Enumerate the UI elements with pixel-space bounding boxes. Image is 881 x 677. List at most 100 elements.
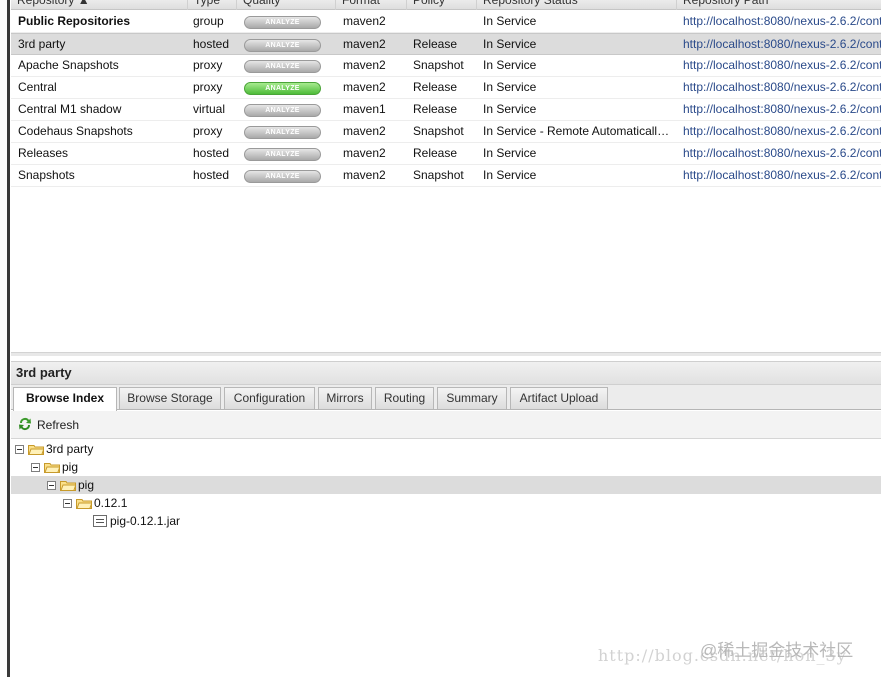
repo-path[interactable]: http://localhost:8080/nexus-2.6.2/conten… [676, 34, 881, 56]
repo-format: maven2 [343, 37, 386, 51]
repo-type: group [193, 14, 224, 28]
table-row[interactable]: Central proxy ANALYZE maven2 Release In … [11, 77, 881, 99]
repo-policy [406, 11, 477, 33]
collapse-icon[interactable] [15, 445, 24, 454]
refresh-label: Refresh [37, 418, 80, 432]
repo-name: Codehaus Snapshots [18, 124, 133, 138]
tab-routing[interactable]: Routing [375, 387, 434, 409]
tab-browse-storage[interactable]: Browse Storage [119, 387, 221, 409]
tree-node-pig[interactable]: pig [11, 458, 881, 476]
toolbar: Refresh [11, 411, 881, 439]
analyze-button[interactable]: ANALYZE [244, 126, 321, 139]
folder-open-icon [76, 499, 92, 509]
table-row[interactable]: Public Repositories group ANALYZE maven2… [11, 11, 881, 33]
tab-bar: Browse Index Browse Storage Configuratio… [11, 385, 881, 411]
splitter[interactable] [11, 352, 881, 356]
repo-policy: Snapshot [413, 168, 464, 182]
repo-policy: Release [413, 102, 458, 116]
repo-type: hosted [193, 37, 230, 51]
grid-header: Repository ▲ Type Quality Format Policy … [11, 0, 881, 10]
watermark-brand: @稀土掘金技术社区 [700, 641, 854, 660]
left-border [0, 0, 10, 677]
table-row[interactable]: Snapshots hosted ANALYZE maven2 Snapshot… [11, 165, 881, 187]
folder-open-icon [44, 463, 60, 473]
repo-name: Apache Snapshots [18, 58, 119, 72]
panel-title: 3rd party [11, 361, 881, 385]
repo-type: virtual [193, 102, 226, 116]
column-header-status[interactable]: Repository Status [477, 0, 677, 10]
analyze-button[interactable]: ANALYZE [244, 170, 321, 183]
tree-node-pig-sub[interactable]: pig [11, 476, 881, 494]
tree-node-root[interactable]: 3rd party [11, 440, 881, 458]
repo-path[interactable]: http://localhost:8080/nexus-2.6.2/conten… [676, 55, 881, 77]
repo-format: maven2 [343, 58, 386, 72]
repo-status: In Service [483, 146, 537, 160]
repo-path[interactable]: http://localhost:8080/nexus-2.6.2/conten… [676, 77, 881, 99]
repo-policy: Release [413, 37, 458, 51]
index-tree: 3rd party pig pig 0.12.1 pig-0.12.1.jar [11, 440, 881, 530]
repo-type: hosted [193, 168, 230, 182]
column-header-quality[interactable]: Quality [237, 0, 336, 10]
repo-path[interactable]: http://localhost:8080/nexus-2.6.2/conten… [676, 143, 881, 165]
repo-policy: Snapshot [413, 58, 464, 72]
analyze-button[interactable]: ANALYZE [244, 104, 321, 117]
tree-node-version[interactable]: 0.12.1 [11, 494, 881, 512]
analyze-button[interactable]: ANALYZE [244, 60, 321, 73]
repo-status: In Service [483, 58, 537, 72]
tree-node-label: pig-0.12.1.jar [110, 514, 181, 528]
repo-name: 3rd party [18, 37, 66, 51]
repo-format: maven2 [343, 124, 386, 138]
tab-configuration[interactable]: Configuration [224, 387, 315, 409]
repo-status: In Service [483, 80, 537, 94]
quality-cell: ANALYZE [237, 165, 336, 187]
analyze-button[interactable]: ANALYZE [244, 148, 321, 161]
repo-format: maven2 [343, 168, 386, 182]
repo-path[interactable]: http://localhost:8080/nexus-2.6.2/conten… [676, 121, 881, 143]
column-header-format[interactable]: Format [336, 0, 407, 10]
refresh-button[interactable]: Refresh [17, 417, 79, 433]
analyze-button[interactable]: ANALYZE [244, 16, 321, 29]
table-row[interactable]: 3rd party hosted ANALYZE maven2 Release … [11, 33, 881, 55]
collapse-icon[interactable] [47, 481, 56, 490]
repo-path[interactable]: http://localhost:8080/nexus-2.6.2/conten… [676, 11, 881, 33]
analyze-button[interactable]: ANALYZE [244, 39, 321, 52]
tab-browse-index[interactable]: Browse Index [13, 387, 117, 411]
repo-name: Snapshots [18, 168, 75, 182]
tab-artifact-upload[interactable]: Artifact Upload [510, 387, 608, 409]
folder-open-icon [28, 445, 44, 455]
repo-path[interactable]: http://localhost:8080/nexus-2.6.2/conten… [676, 99, 881, 121]
repo-name: Central [18, 80, 57, 94]
column-header-type[interactable]: Type [188, 0, 237, 10]
file-icon [93, 515, 107, 527]
repo-policy: Release [413, 146, 458, 160]
repo-name: Releases [18, 146, 69, 160]
repo-status: In Service - Remote Automatically Blocke… [483, 124, 677, 138]
table-row[interactable]: Releases hosted ANALYZE maven2 Release I… [11, 143, 881, 165]
tree-node-label: pig [78, 478, 95, 492]
nexus-app: Repository ▲ Type Quality Format Policy … [0, 0, 881, 677]
tab-mirrors[interactable]: Mirrors [318, 387, 372, 409]
table-row[interactable]: Central M1 shadow virtual ANALYZE maven1… [11, 99, 881, 121]
collapse-icon[interactable] [63, 499, 72, 508]
table-row[interactable]: Codehaus Snapshots proxy ANALYZE maven2 … [11, 121, 881, 143]
repo-format: maven1 [343, 102, 386, 116]
analyze-button[interactable]: ANALYZE [244, 82, 321, 95]
grid-body: Public Repositories group ANALYZE maven2… [11, 11, 881, 187]
repo-format: maven2 [343, 146, 386, 160]
repo-path[interactable]: http://localhost:8080/nexus-2.6.2/conten… [676, 165, 881, 187]
quality-cell: ANALYZE [237, 121, 336, 143]
quality-cell: ANALYZE [237, 143, 336, 165]
collapse-icon[interactable] [31, 463, 40, 472]
tree-node-jar[interactable]: pig-0.12.1.jar [11, 512, 881, 530]
repo-status: In Service [483, 14, 537, 28]
column-header-repository[interactable]: Repository ▲ [11, 0, 188, 10]
repo-format: maven2 [343, 80, 386, 94]
table-row[interactable]: Apache Snapshots proxy ANALYZE maven2 Sn… [11, 55, 881, 77]
repo-type: proxy [193, 124, 223, 138]
column-header-path[interactable]: Repository Path [677, 0, 881, 10]
repo-policy: Snapshot [413, 124, 464, 138]
repo-type: proxy [193, 80, 223, 94]
column-header-policy[interactable]: Policy [407, 0, 477, 10]
repo-format: maven2 [343, 14, 386, 28]
tab-summary[interactable]: Summary [437, 387, 507, 409]
